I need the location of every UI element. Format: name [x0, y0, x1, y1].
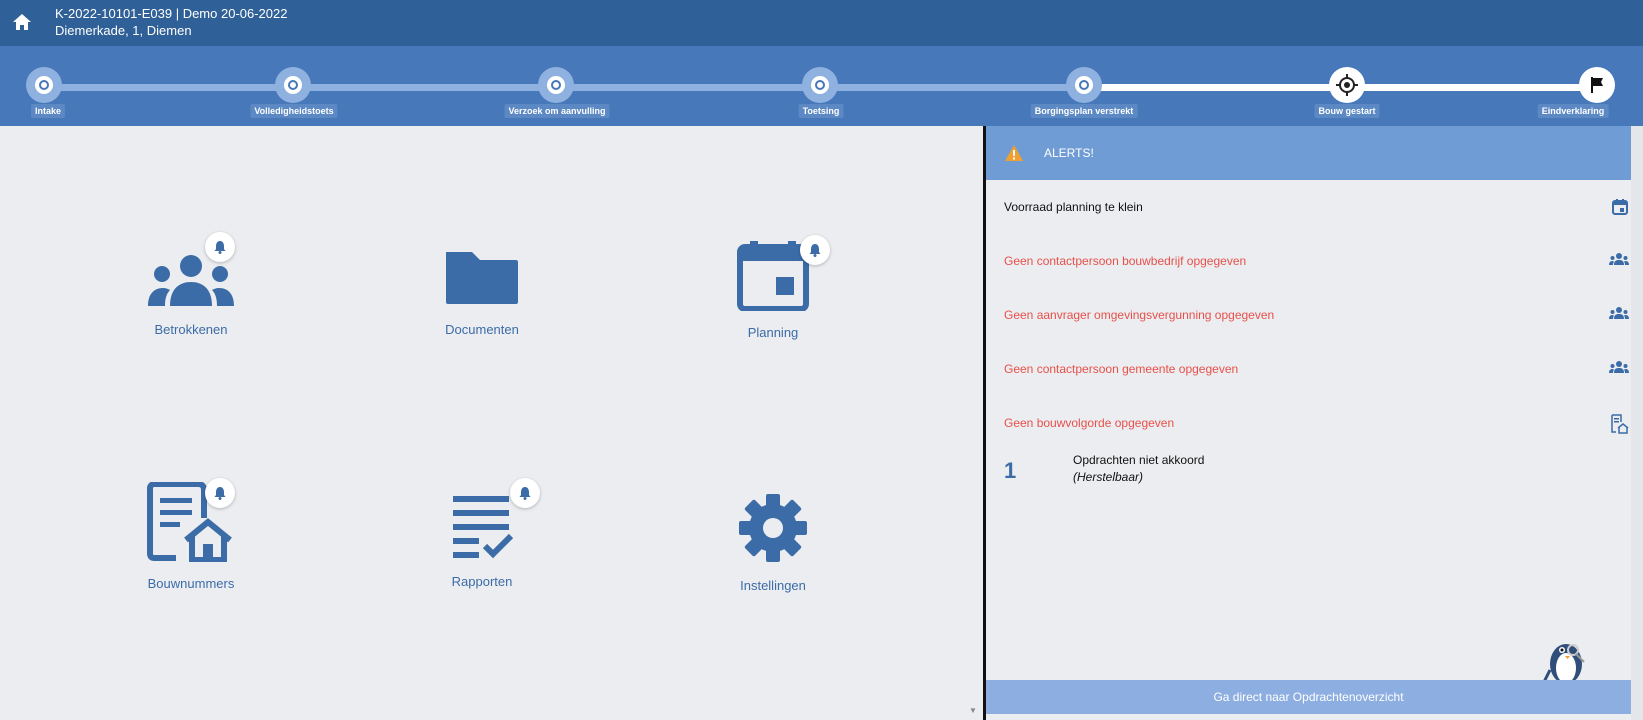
calendar-icon [737, 241, 809, 311]
target-icon [284, 76, 302, 94]
crosshair-icon [1336, 74, 1358, 96]
people-icon[interactable] [1609, 306, 1629, 323]
go-to-assignments-button[interactable]: Ga direct naar Opdrachtenoverzicht [986, 680, 1631, 714]
alerts-title: ALERTS! [1044, 146, 1094, 160]
bell-icon [205, 232, 235, 262]
tile-bouwnummers[interactable]: Bouwnummers [91, 478, 291, 591]
top-bar: K-2022-10101-E039 | Demo 20-06-2022 Diem… [0, 0, 1643, 46]
step-label: Toetsing [798, 104, 844, 118]
checklist-icon [453, 496, 514, 559]
alert-text: Geen bouwvolgorde opgegeven [1004, 416, 1175, 430]
step-label: Borgingsplan verstrekt [1030, 104, 1138, 118]
tile-betrokkenen[interactable]: Betrokkenen [91, 232, 291, 337]
step-bouw-gestart[interactable] [1329, 67, 1365, 103]
tile-label: Betrokkenen [154, 322, 228, 337]
alert-text: Geen aanvrager omgevingsvergunning opgeg… [1004, 308, 1275, 322]
step-volledigheidstoets[interactable] [275, 67, 311, 103]
step-verzoek-om-aanvulling[interactable] [538, 67, 574, 103]
summary-subtitle: (Herstelbaar) [1073, 470, 1144, 484]
alert-item[interactable]: Geen aanvrager omgevingsvergunning opgeg… [986, 288, 1643, 342]
alert-item[interactable]: Geen contactpersoon bouwbedrijf opgegeve… [986, 234, 1643, 288]
bell-icon [205, 478, 235, 508]
alert-text: Geen contactpersoon gemeente opgegeven [1004, 362, 1239, 376]
alert-text: Voorraad planning te klein [1004, 200, 1143, 214]
target-icon [547, 76, 565, 94]
bell-icon [510, 478, 540, 508]
tile-label: Bouwnummers [147, 576, 235, 591]
step-eindverklaring[interactable] [1579, 67, 1615, 103]
project-info: K-2022-10101-E039 | Demo 20-06-2022 Diem… [55, 5, 287, 39]
target-icon [811, 76, 829, 94]
bell-icon [800, 235, 830, 265]
warning-icon [1005, 145, 1023, 161]
step-intake[interactable] [26, 67, 62, 103]
step-label: Intake [30, 104, 66, 118]
calendar-icon[interactable] [1611, 198, 1629, 219]
step-label: Bouw gestart [1314, 104, 1380, 118]
alert-item[interactable]: Geen contactpersoon gemeente opgegeven [986, 342, 1643, 396]
alerts-header: ALERTS! [986, 126, 1643, 180]
people-icon[interactable] [1609, 252, 1629, 269]
summary-title: Opdrachten niet akkoord [1073, 453, 1205, 467]
tile-rapporten[interactable]: Rapporten [382, 478, 582, 589]
step-label: Volledigheidstoets [250, 104, 338, 118]
tile-label: Rapporten [451, 574, 513, 589]
alert-item[interactable]: Voorraad planning te klein [986, 180, 1643, 234]
alerts-scrollbar[interactable] [1631, 126, 1643, 720]
step-toetsing[interactable] [802, 67, 838, 103]
flag-icon [1591, 77, 1603, 93]
alert-summary[interactable]: 1 Opdrachten niet akkoord (Herstelbaar) [986, 450, 1643, 520]
tile-instellingen[interactable]: Instellingen [673, 492, 873, 593]
step-label: Eindverklaring [1537, 104, 1609, 118]
tile-label: Planning [747, 325, 799, 340]
people-icon[interactable] [1609, 360, 1629, 377]
scroll-down-arrow[interactable]: ▼ [969, 706, 977, 715]
home-icon[interactable] [10, 10, 34, 34]
alert-text: Geen contactpersoon bouwbedrijf opgegeve… [1004, 254, 1247, 268]
target-icon [1075, 76, 1093, 94]
tile-label: Instellingen [740, 578, 806, 593]
document-house-icon[interactable] [1609, 414, 1629, 437]
dashboard-main: Betrokkenen Documenten Planning Bouwnumm… [0, 126, 983, 720]
project-address: Diemerkade, 1, Diemen [55, 23, 192, 38]
alert-item[interactable]: Geen bouwvolgorde opgegeven [986, 396, 1643, 450]
step-borgingsplan-verstrekt[interactable] [1066, 67, 1102, 103]
summary-count: 1 [1004, 458, 1017, 483]
project-title: K-2022-10101-E039 | Demo 20-06-2022 [55, 6, 288, 21]
step-label: Verzoek om aanvulling [504, 104, 610, 118]
gear-icon [739, 494, 807, 562]
tile-documenten[interactable]: Documenten [382, 248, 582, 337]
tile-planning[interactable]: Planning [673, 235, 873, 340]
target-icon [35, 76, 53, 94]
tile-label: Documenten [445, 322, 519, 337]
folder-icon [446, 252, 518, 304]
